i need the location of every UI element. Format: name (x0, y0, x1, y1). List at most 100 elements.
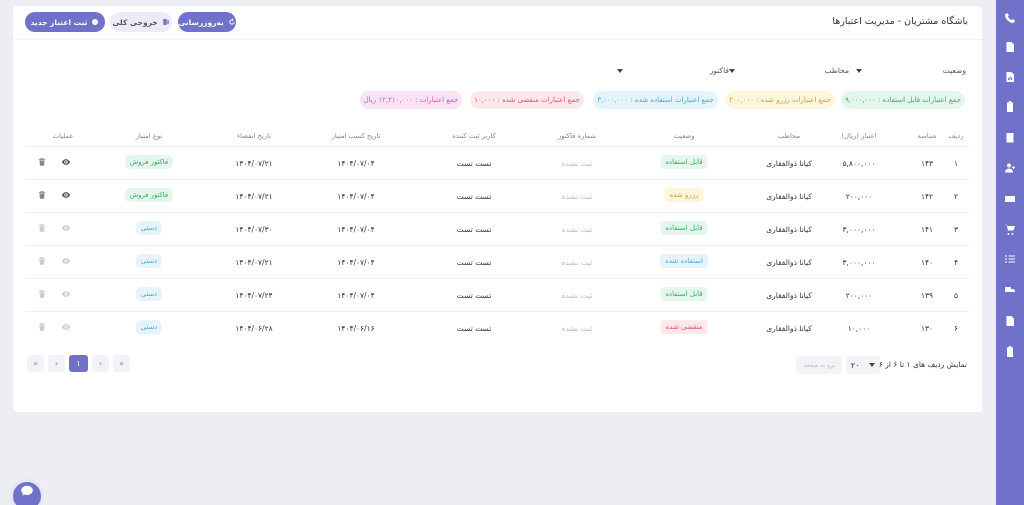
cell-status: رزرو شده (664, 188, 704, 202)
cell-amount: ۲۰۰,۰۰۰ (845, 291, 873, 300)
view-icon[interactable] (61, 256, 71, 268)
cell-expire-date: ۱۴۰۴/۰۷/۳۰ (235, 225, 273, 234)
chevron-down-icon (729, 69, 735, 73)
cell-invoice: ثبت نشده (561, 324, 593, 333)
cell-contact: کیانا ذوالفقاری (766, 192, 812, 201)
cell-contact: کیانا ذوالفقاری (766, 291, 812, 300)
cell-id: ۱۴۳ (920, 159, 934, 168)
cell-type: دستی (135, 221, 163, 235)
view-icon[interactable] (61, 157, 71, 169)
edit-doc-icon[interactable] (1003, 314, 1017, 328)
table-row: ۱ ۱۴۳ ۵,۸۰۰,۰۰۰ کیانا ذوالفقاری قابل استفاده… (25, 146, 969, 179)
cell-invoice: ثبت نشده (561, 159, 593, 168)
page-size-select[interactable]: ۲۰ (846, 356, 880, 374)
chevron-down-icon (856, 69, 862, 73)
cell-amount: ۱۰,۰۰۰ (847, 324, 871, 333)
cell-earn-date: ۱۴۰۴/۰۷/۰۴ (337, 159, 375, 168)
cell-type: دستی (135, 254, 163, 268)
invoice-filter-label: فاکتور (709, 66, 729, 75)
goto-page-input[interactable] (796, 356, 842, 374)
invoice-filter[interactable]: فاکتور (617, 64, 729, 78)
col-creator: کاربر ثبت کننده (452, 132, 496, 140)
cell-id: ۱۳۹ (920, 291, 934, 300)
delete-icon[interactable] (37, 157, 47, 169)
phone-icon[interactable] (1003, 11, 1017, 25)
cell-id: ۱۴۲ (920, 192, 934, 201)
cart-icon[interactable] (1003, 222, 1017, 236)
pagination: » › ۱ ‹ « (27, 355, 130, 372)
delete-icon[interactable] (37, 289, 47, 301)
export-button[interactable]: خروجی کلی (110, 12, 172, 32)
col-row: ردیف (948, 132, 964, 140)
status-filter[interactable]: وضعیت (856, 64, 966, 78)
rows-info: نمایش ردیف های ۱ تا ۶ از ۶ (878, 360, 967, 369)
row-actions (37, 256, 71, 268)
next-page-button[interactable]: › (48, 355, 65, 372)
excel-icon (163, 19, 169, 25)
cell-expire-date: ۱۴۰۴/۰۷/۲۴ (235, 291, 273, 300)
row-actions (37, 322, 71, 334)
last-page-button[interactable]: » (27, 355, 44, 372)
refresh-button[interactable]: بەروزرسانی (178, 12, 236, 32)
row-actions (37, 157, 71, 169)
summary-expired: جمع اعتبارات منقضی شده : ۱۰,۰۰۰ (470, 91, 584, 109)
cell-expire-date: ۱۴۰۴/۰۷/۲۱ (235, 192, 273, 201)
cell-contact: کیانا ذوالفقاری (766, 258, 812, 267)
view-icon[interactable] (61, 322, 71, 334)
cell-status: استفاده شده (660, 254, 708, 268)
table-row: ۵ ۱۳۹ ۲۰۰,۰۰۰ کیانا ذوالفقاری قابل استفاده ثب… (25, 278, 969, 311)
cell-row: ۵ (953, 291, 959, 300)
cell-status: قابل استفاده (660, 155, 708, 169)
col-contact: مخاطب (777, 132, 801, 140)
chart-doc-icon[interactable] (1003, 70, 1017, 84)
summary-total: جمع اعتبارات : ۱۲,۲۱۰,۰۰۰ ریال (360, 91, 462, 109)
cell-earn-date: ۱۴۰۴/۰۷/۰۴ (337, 225, 375, 234)
first-page-button[interactable]: « (113, 355, 130, 372)
view-icon[interactable] (61, 190, 71, 202)
add-user-icon[interactable] (1003, 161, 1017, 175)
contact-filter[interactable]: مخاطب (729, 64, 849, 78)
cell-invoice: ثبت نشده (561, 225, 593, 234)
delete-icon[interactable] (37, 256, 47, 268)
col-id: شناسه (917, 132, 937, 140)
col-earn-date: تاریخ کسب امتیاز (331, 132, 381, 140)
cell-status: قابل استفاده (660, 287, 708, 301)
document-icon[interactable] (1003, 40, 1017, 54)
card-icon[interactable] (1003, 192, 1017, 206)
delete-icon[interactable] (37, 322, 47, 334)
view-icon[interactable] (61, 223, 71, 235)
clipboard-check-icon[interactable] (1003, 100, 1017, 114)
page-1-button[interactable]: ۱ (69, 355, 88, 372)
chevron-down-icon (869, 363, 875, 367)
delete-icon[interactable] (37, 190, 47, 202)
cell-creator: تست تست (456, 225, 492, 234)
row-actions (37, 190, 71, 202)
refresh-label: بەروزرسانی (178, 17, 224, 27)
cell-amount: ۲۰۰,۰۰۰ (845, 192, 873, 201)
cell-id: ۱۳۰ (920, 324, 934, 333)
cell-id: ۱۴۱ (920, 225, 934, 234)
delete-icon[interactable] (37, 223, 47, 235)
receipt-icon[interactable] (1003, 131, 1017, 145)
cell-creator: تست تست (456, 324, 492, 333)
export-label: خروجی کلی (112, 17, 158, 27)
table-row: ۳ ۱۴۱ ۳,۰۰۰,۰۰۰ کیانا ذوالفقاری قابل استفاده… (25, 212, 969, 245)
cell-row: ۲ (953, 192, 959, 201)
refresh-icon (229, 18, 235, 25)
new-credit-button[interactable]: ثبت اعتبار جدید (25, 12, 105, 32)
cell-type: دستی (135, 320, 163, 334)
list-check-icon[interactable] (1003, 252, 1017, 266)
summary-usable: جمع اعتبارات قابل استفاده : ۹,۰۰۰,۰۰۰ (841, 91, 965, 109)
prev-page-button[interactable]: ‹ (92, 355, 109, 372)
table-header: ردیف شناسه اعتبار (ریال) مخاطب وضعیت شما… (13, 124, 982, 146)
clipboard-list-icon[interactable] (1003, 345, 1017, 359)
cell-amount: ۵,۸۰۰,۰۰۰ (842, 159, 876, 168)
chat-button[interactable] (10, 479, 44, 505)
view-icon[interactable] (61, 289, 71, 301)
cell-expire-date: ۱۴۰۴/۰۷/۲۱ (235, 258, 273, 267)
col-amount: اعتبار (ریال) (841, 132, 877, 140)
cell-type: دستی (135, 287, 163, 301)
truck-icon[interactable] (1003, 283, 1017, 297)
sidebar (996, 0, 1024, 505)
cell-creator: تست تست (456, 192, 492, 201)
